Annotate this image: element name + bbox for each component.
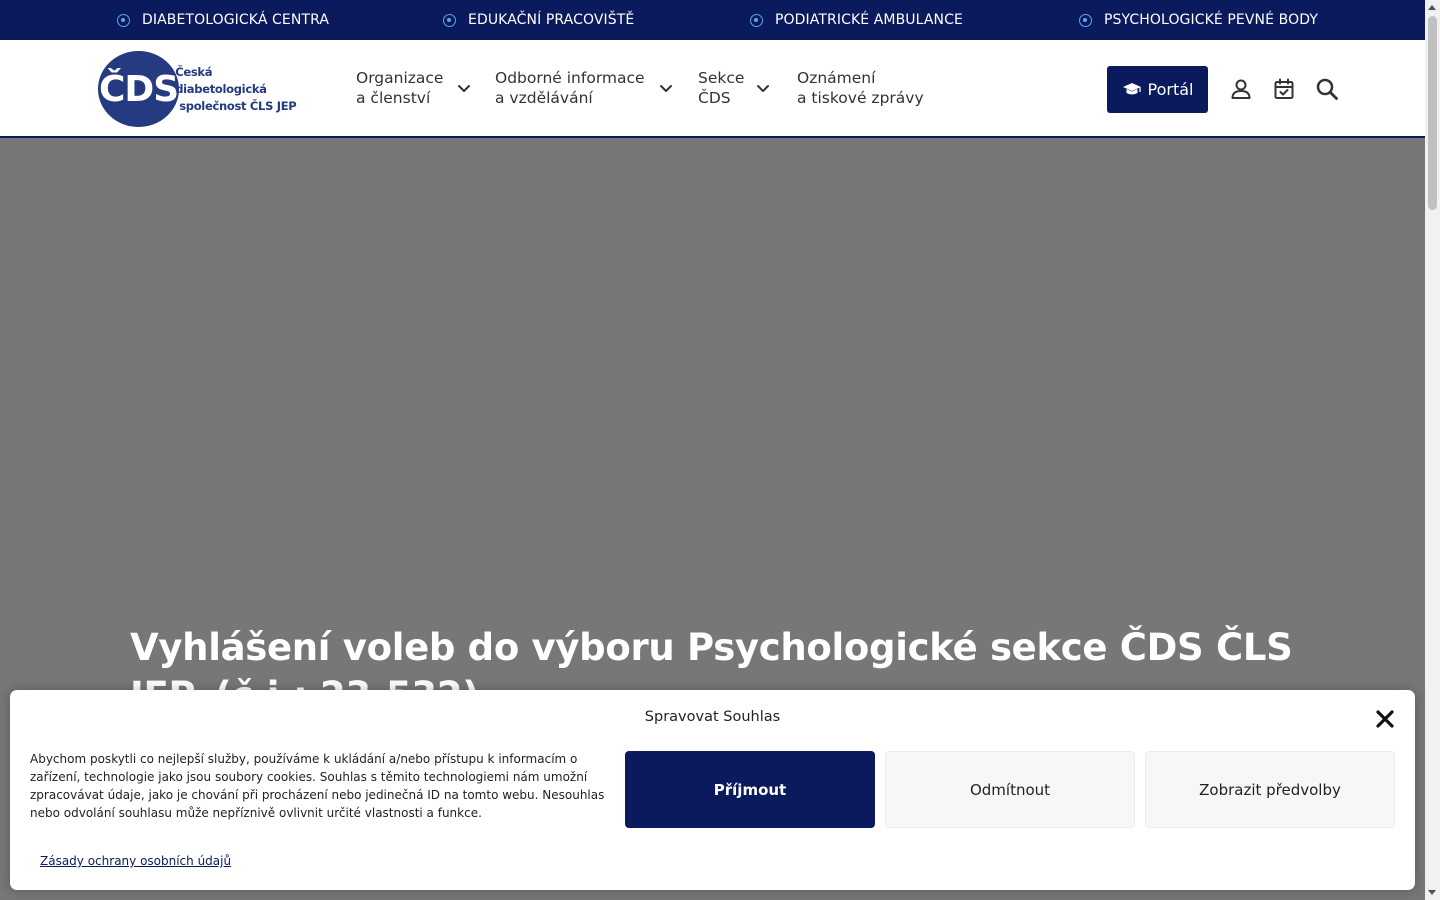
top-link-psychologicke-pevne-body[interactable]: PSYCHOLOGICKÉ PEVNÉ BODY <box>1079 0 1318 40</box>
nav-oznameni[interactable]: Oznámení a tiskové zprávy <box>797 68 924 108</box>
chevron-down-icon <box>659 85 672 92</box>
search-icon[interactable] <box>1315 77 1339 101</box>
nav-label-line-2: a tiskové zprávy <box>797 89 924 107</box>
logo-line-1: Česká diabetologická <box>175 64 267 96</box>
target-dot-icon <box>1079 13 1092 27</box>
nav-label: Organizace a členství <box>356 68 443 108</box>
portal-button-label: Portál <box>1147 80 1194 99</box>
target-dot-icon <box>750 13 763 27</box>
portal-button[interactable]: Portál <box>1107 66 1208 113</box>
top-link-podiatricke-ambulance[interactable]: PODIATRICKÉ AMBULANCE <box>750 0 963 40</box>
view-preferences-button[interactable]: Zobrazit předvolby <box>1145 751 1395 828</box>
scroll-down-arrow-icon[interactable] <box>1428 890 1436 895</box>
target-dot-icon <box>443 13 456 27</box>
nav-odborne-informace[interactable]: Odborné informace a vzdělávání <box>495 68 673 108</box>
logo-text: Česká diabetologická společnost ČLS JEP <box>175 64 303 115</box>
user-icon[interactable] <box>1229 77 1253 101</box>
nav-label-line-2: a členství <box>356 89 431 107</box>
calendar-check-icon[interactable] <box>1272 77 1296 101</box>
nav-label: Sekce ČDS <box>698 68 744 108</box>
top-link-diabetologicka-centra[interactable]: DIABETOLOGICKÁ CENTRA <box>117 0 329 40</box>
cookie-description: Abychom poskytli co nejlepší služby, pou… <box>30 752 605 820</box>
nav-label: Oznámení a tiskové zprávy <box>797 68 924 108</box>
accept-button[interactable]: Příjmout <box>625 751 875 828</box>
nav-organizace-a-clenstvi[interactable]: Organizace a členství <box>356 68 471 108</box>
top-link-label: DIABETOLOGICKÁ CENTRA <box>142 12 330 28</box>
top-link-edukacni-pracoviste[interactable]: EDUKAČNÍ PRACOVIŠTĚ <box>443 0 634 40</box>
chevron-down-icon <box>757 85 770 92</box>
cookie-dialog-title: Spravovat Souhlas <box>644 709 781 725</box>
nav-label-line-1: Odborné informace <box>495 69 645 87</box>
privacy-policy-link[interactable]: Zásady ochrany osobních údajů <box>40 854 231 868</box>
nav-label-line-1: Oznámení <box>797 69 876 87</box>
page-scrollbar[interactable] <box>1425 0 1440 900</box>
chevron-down-icon <box>458 85 471 92</box>
site-logo[interactable]: ČDS Česká diabetologická společnost ČLS … <box>98 50 303 128</box>
nav-label-line-2: a vzdělávání <box>495 89 593 107</box>
logo-mark: ČDS <box>98 51 179 127</box>
scroll-up-arrow-icon[interactable] <box>1428 5 1436 10</box>
nav-label: Odborné informace a vzdělávání <box>495 68 645 108</box>
close-icon[interactable] <box>1374 708 1396 730</box>
top-link-label: PSYCHOLOGICKÉ PEVNÉ BODY <box>1104 12 1318 28</box>
site-header: ČDS Česká diabetologická společnost ČLS … <box>0 40 1425 138</box>
cookie-consent-dialog: Spravovat Souhlas Abychom poskytli co ne… <box>10 690 1415 890</box>
top-links-bar: DIABETOLOGICKÁ CENTRA EDUKAČNÍ PRACOVIŠT… <box>0 0 1425 40</box>
nav-label-line-2: ČDS <box>698 89 731 107</box>
nav-label-line-1: Sekce <box>698 69 745 87</box>
logo-line-2: společnost ČLS JEP <box>179 98 297 113</box>
deny-button[interactable]: Odmítnout <box>885 751 1135 828</box>
graduation-cap-icon <box>1122 82 1141 94</box>
top-link-label: EDUKAČNÍ PRACOVIŠTĚ <box>468 12 635 28</box>
scroll-thumb[interactable] <box>1428 16 1437 210</box>
target-dot-icon <box>117 13 130 27</box>
nav-sekce-cds[interactable]: Sekce ČDS <box>698 68 770 108</box>
nav-label-line-1: Organizace <box>356 69 444 87</box>
top-link-label: PODIATRICKÉ AMBULANCE <box>775 12 963 28</box>
